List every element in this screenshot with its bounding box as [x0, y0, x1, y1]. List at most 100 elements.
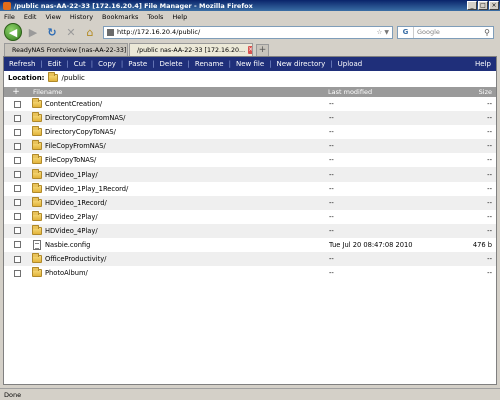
table-row[interactable]: HDVideo_1Play_1Record/-- --: [4, 182, 496, 196]
forward-button[interactable]: ▶: [25, 24, 41, 40]
row-checkbox[interactable]: [14, 171, 21, 179]
tab-label: /public nas-AA-22-33 [172.16.20...: [137, 46, 246, 54]
menu-bookmarks[interactable]: Bookmarks: [102, 13, 138, 21]
row-checkbox[interactable]: [14, 255, 21, 263]
table-row[interactable]: ContentCreation/-- --: [4, 97, 496, 111]
table-row[interactable]: PhotoAlbum/-- --: [4, 266, 496, 280]
row-checkbox[interactable]: [14, 114, 21, 122]
search-box[interactable]: G Google ⚲: [397, 25, 494, 39]
edit-button[interactable]: Edit: [43, 60, 67, 68]
close-window-button[interactable]: ×: [489, 1, 499, 10]
stop-button[interactable]: ✕: [63, 24, 79, 40]
location-label: Location:: [8, 74, 45, 82]
delete-button[interactable]: Delete: [155, 60, 188, 68]
file-name-link[interactable]: PhotoAlbum/: [45, 269, 329, 277]
url-text[interactable]: http://172.16.20.4/public/: [117, 28, 377, 36]
tab-bar: ReadyNAS Frontview [nas-AA-22-33] /publi…: [0, 42, 500, 56]
new-file-button[interactable]: New file: [231, 60, 269, 68]
table-row[interactable]: HDVideo_2Play/-- --: [4, 210, 496, 224]
search-icon[interactable]: ⚲: [481, 28, 493, 37]
minimize-button[interactable]: _: [467, 1, 477, 10]
table-row[interactable]: OfficeProductivity/-- --: [4, 252, 496, 267]
page-favicon-icon: [107, 28, 114, 36]
menu-edit[interactable]: Edit: [24, 13, 37, 21]
reload-button[interactable]: ↻: [44, 24, 60, 40]
paste-button[interactable]: Paste: [123, 60, 152, 68]
file-modified: --: [329, 212, 334, 221]
back-button[interactable]: ◀: [4, 23, 22, 41]
filename-column-header[interactable]: Filename: [28, 88, 328, 96]
table-row[interactable]: DirectoryCopyToNAS/-- --: [4, 125, 496, 139]
file-size: --: [487, 212, 492, 221]
table-row[interactable]: HDVideo_1Record/-- --: [4, 195, 496, 210]
file-name-link[interactable]: FileCopyToNAS/: [45, 156, 329, 164]
tab-file-manager[interactable]: /public nas-AA-22-33 [172.16.20... ×: [129, 43, 253, 56]
row-checkbox[interactable]: [14, 128, 21, 136]
menu-history[interactable]: History: [70, 13, 93, 21]
file-name-link[interactable]: DirectoryCopyFromNAS/: [45, 114, 329, 122]
file-name-link[interactable]: FileCopyFromNAS/: [45, 142, 329, 150]
file-manager-toolbar: Refresh | Edit | Cut | Copy | Paste | Delete |…: [4, 57, 496, 71]
new-tab-button[interactable]: +: [256, 44, 269, 56]
file-size: --: [487, 226, 492, 235]
table-row[interactable]: HDVideo_4Play/-- --: [4, 223, 496, 238]
table-row[interactable]: FileCopyToNAS/-- --: [4, 153, 496, 167]
file-size: --: [487, 128, 492, 137]
size-column-header[interactable]: Size: [468, 88, 496, 96]
refresh-button[interactable]: Refresh: [4, 60, 40, 68]
menu-tools[interactable]: Tools: [147, 13, 163, 21]
file-name-link[interactable]: HDVideo_2Play/: [45, 213, 329, 221]
folder-icon: [32, 196, 42, 207]
table-row[interactable]: HDVideo_1Play/-- --: [4, 167, 496, 182]
maximize-button[interactable]: □: [478, 1, 488, 10]
url-bar[interactable]: http://172.16.20.4/public/ ☆ ▼: [103, 25, 393, 39]
menu-help[interactable]: Help: [172, 13, 187, 21]
row-checkbox[interactable]: [14, 142, 21, 150]
file-size: --: [487, 142, 492, 151]
row-checkbox[interactable]: [14, 156, 21, 164]
row-checkbox[interactable]: [14, 241, 21, 249]
row-checkbox[interactable]: [14, 269, 21, 277]
file-name-link[interactable]: HDVideo_1Record/: [45, 199, 329, 207]
expand-all-button[interactable]: +: [4, 87, 28, 97]
help-button[interactable]: Help: [470, 60, 496, 68]
table-row[interactable]: Nasbie.config Tue Jul 20 08:47:08 2010 476…: [4, 238, 496, 252]
search-input[interactable]: Google: [414, 28, 481, 36]
file-name-link[interactable]: ContentCreation/: [45, 100, 329, 108]
row-checkbox[interactable]: [14, 100, 21, 108]
file-name-link[interactable]: OfficeProductivity/: [45, 255, 329, 263]
file-name-link[interactable]: Nasbie.config: [45, 241, 329, 249]
row-checkbox[interactable]: [14, 227, 21, 235]
row-checkbox[interactable]: [14, 185, 21, 193]
file-name-link[interactable]: DirectoryCopyToNAS/: [45, 128, 329, 136]
row-checkbox[interactable]: [14, 213, 21, 221]
menu-bar: File Edit View History Bookmarks Tools H…: [0, 11, 500, 22]
new-directory-button[interactable]: New directory: [272, 60, 331, 68]
upload-button[interactable]: Upload: [333, 60, 368, 68]
table-row[interactable]: DirectoryCopyFromNAS/-- --: [4, 111, 496, 126]
table-row[interactable]: FileCopyFromNAS/-- --: [4, 139, 496, 154]
file-size: --: [487, 170, 492, 179]
menu-view[interactable]: View: [45, 13, 60, 21]
file-size: --: [487, 100, 492, 109]
search-engine-icon[interactable]: G: [398, 26, 414, 38]
file-name-link[interactable]: HDVideo_4Play/: [45, 227, 329, 235]
rename-button[interactable]: Rename: [190, 60, 229, 68]
tab-readynas-frontview[interactable]: ReadyNAS Frontview [nas-AA-22-33]: [4, 43, 128, 56]
folder-icon: [32, 140, 42, 151]
file-list: ContentCreation/ -- -- DirectoryCopyFromNAS…: [4, 97, 496, 280]
url-dropdown-icon[interactable]: ▼: [384, 29, 389, 36]
copy-button[interactable]: Copy: [93, 60, 121, 68]
cut-button[interactable]: Cut: [69, 60, 91, 68]
modified-column-header[interactable]: Last modified: [328, 88, 468, 96]
menu-file[interactable]: File: [4, 13, 15, 21]
window-title: /public nas-AA-22-33 [172.16.20.4] File …: [14, 1, 253, 10]
file-icon: [33, 239, 41, 250]
close-tab-icon[interactable]: ×: [248, 46, 252, 54]
bookmark-star-icon[interactable]: ☆: [377, 28, 383, 36]
file-name-link[interactable]: HDVideo_1Play_1Record/: [45, 185, 329, 193]
file-name-link[interactable]: HDVideo_1Play/: [45, 171, 329, 179]
home-button[interactable]: ⌂: [82, 24, 98, 40]
file-modified: --: [329, 255, 334, 264]
row-checkbox[interactable]: [14, 199, 21, 207]
